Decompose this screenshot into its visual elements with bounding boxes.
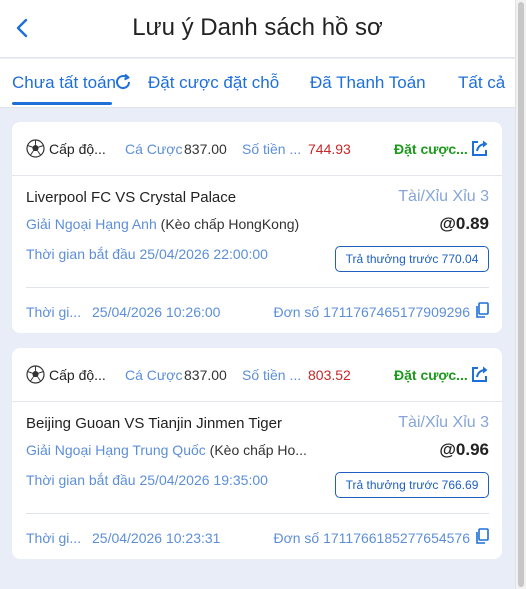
- handicap-label: (Kèo chấp HongKong): [160, 216, 300, 232]
- match-title: Beijing Guoan VS Tianjin Jinmen Tiger: [26, 415, 282, 432]
- league-label: Giải Ngoại Hạng Trung Quốc: [26, 442, 206, 458]
- time-value: 25/04/2026 10:23:31: [92, 530, 221, 546]
- scrollbar[interactable]: [515, 0, 526, 589]
- active-tab-indicator: [12, 102, 112, 105]
- tab-paid[interactable]: Đã Thanh Toán: [310, 73, 426, 93]
- stake-label: Cá Cược: [125, 141, 183, 157]
- copy-icon[interactable]: [475, 528, 489, 544]
- stake-value: 837.00: [184, 367, 227, 383]
- time-label: Thời gi...: [26, 530, 82, 546]
- bet-card[interactable]: Cấp độ... Cá Cược 837.00 Số tiền ... 744…: [12, 122, 502, 333]
- level-label: Cấp độ...: [49, 141, 106, 157]
- share-icon[interactable]: [470, 364, 490, 384]
- stake-value: 837.00: [184, 141, 227, 157]
- amount-value: 803.52: [308, 367, 351, 383]
- soccer-ball-icon: [26, 139, 45, 158]
- time-label: Thời gi...: [26, 304, 82, 320]
- status-badge: Đặt cược...: [394, 367, 468, 383]
- divider: [26, 513, 489, 514]
- share-icon[interactable]: [470, 138, 490, 158]
- order-number: Đơn số 1711767465177909296: [273, 304, 470, 320]
- handicap-label: (Kèo chấp Ho...: [209, 442, 307, 458]
- bet-type: Tài/Xỉu Xỉu 3: [398, 414, 489, 431]
- odds-value: @0.96: [439, 440, 489, 459]
- time-value: 25/04/2026 10:26:00: [92, 304, 221, 320]
- match-title: Liverpool FC VS Crystal Palace: [26, 189, 237, 206]
- bet-card[interactable]: Cấp độ... Cá Cược 837.00 Số tiền ... 803…: [12, 348, 502, 559]
- soccer-ball-icon: [26, 365, 45, 384]
- tab-reserved[interactable]: Đặt cược đặt chỗ: [148, 73, 279, 93]
- order-number: Đơn số 1711766185277654576: [273, 530, 470, 546]
- bet-card-header: Cấp độ... Cá Cược 837.00 Số tiền ... 744…: [12, 122, 502, 176]
- tab-all[interactable]: Tất cả: [458, 73, 505, 93]
- copy-icon[interactable]: [475, 302, 489, 318]
- page: Lưu ý Danh sách hồ sơ Chưa tất toán Đặt …: [0, 0, 515, 589]
- level-label: Cấp độ...: [49, 367, 106, 383]
- start-time: Thời gian bắt đầu 25/04/2026 22:00:00: [26, 246, 268, 262]
- league-label: Giải Ngoại Hạng Anh: [26, 216, 157, 232]
- early-payout-button[interactable]: Trả thưởng trước 766.69: [335, 472, 489, 498]
- early-payout-button[interactable]: Trả thưởng trước 770.04: [335, 246, 489, 272]
- bet-card-header: Cấp độ... Cá Cược 837.00 Số tiền ... 803…: [12, 348, 502, 402]
- amount-label: Số tiền ...: [242, 367, 302, 383]
- tab-unsettled[interactable]: Chưa tất toán: [12, 73, 116, 93]
- start-time: Thời gian bắt đầu 25/04/2026 19:35:00: [26, 472, 268, 488]
- stake-label: Cá Cược: [125, 367, 183, 383]
- amount-label: Số tiền ...: [242, 141, 302, 157]
- bet-type: Tài/Xỉu Xỉu 3: [398, 188, 489, 205]
- page-title: Lưu ý Danh sách hồ sơ: [132, 14, 383, 41]
- refresh-icon[interactable]: [114, 73, 132, 91]
- status-badge: Đặt cược...: [394, 141, 468, 157]
- tab-bar: Chưa tất toán Đặt cược đặt chỗ Đã Thanh …: [0, 59, 515, 108]
- league-name: Giải Ngoại Hạng Anh (Kèo chấp HongKong): [26, 216, 299, 232]
- league-name: Giải Ngoại Hạng Trung Quốc (Kèo chấp Ho.…: [26, 442, 307, 458]
- scrollbar-thumb[interactable]: [518, 2, 524, 587]
- odds-value: @0.89: [439, 214, 489, 233]
- divider: [26, 287, 489, 288]
- header: Lưu ý Danh sách hồ sơ: [0, 0, 515, 58]
- amount-value: 744.93: [308, 141, 351, 157]
